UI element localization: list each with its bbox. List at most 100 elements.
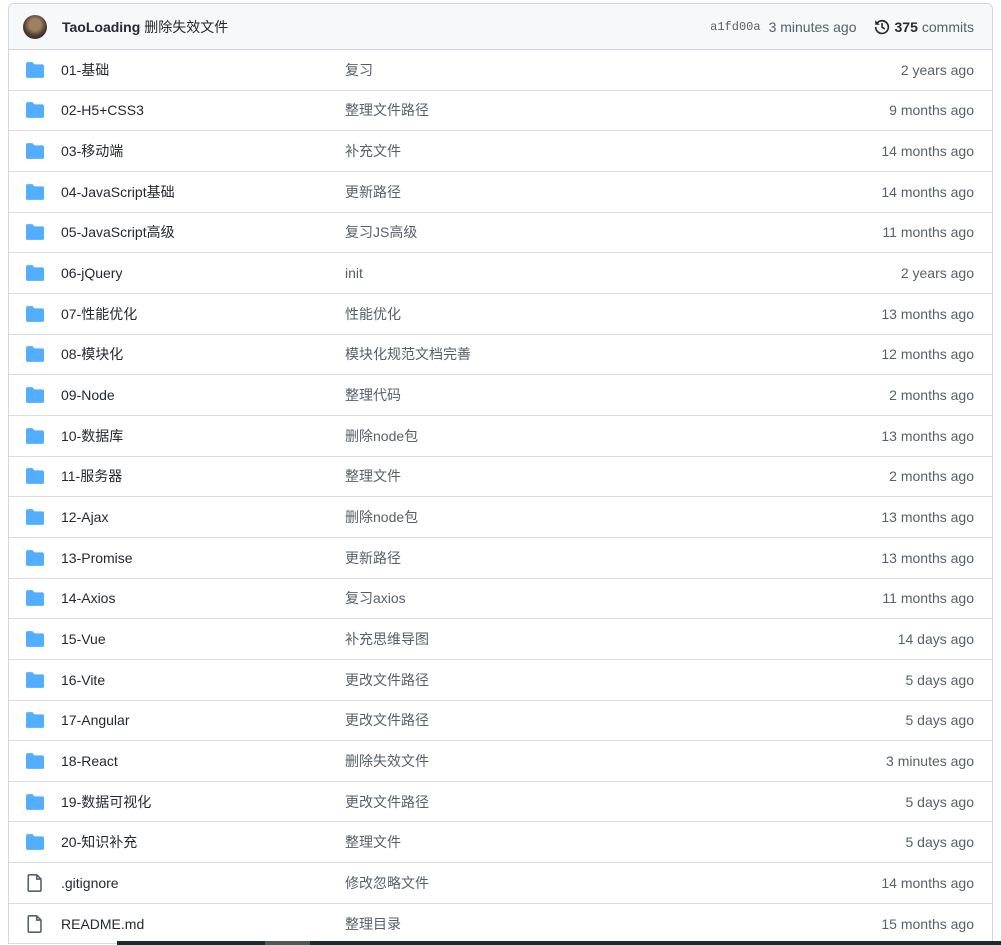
commit-message-text[interactable]: 更改文件路径 <box>345 712 429 728</box>
commit-message-text[interactable]: 修改忽略文件 <box>345 875 429 891</box>
commit-message-link[interactable]: 更改文件路径 <box>345 792 906 812</box>
commit-message-text[interactable]: 整理文件 <box>345 834 401 850</box>
file-row[interactable]: 15-Vue 补充思维导图 14 days ago <box>9 619 992 660</box>
file-name-link[interactable]: 03-移动端 <box>61 141 345 161</box>
file-row[interactable]: 12-Ajax 删除node包 13 months ago <box>9 497 992 538</box>
file-name-link[interactable]: 11-服务器 <box>61 466 345 486</box>
file-row[interactable]: README.md 整理目录 15 months ago <box>9 904 992 945</box>
commit-message-text[interactable]: 整理目录 <box>345 916 401 932</box>
commit-message-text[interactable]: 整理文件路径 <box>345 102 429 118</box>
commit-message-link[interactable]: 复习JS高级 <box>345 222 882 242</box>
file-row[interactable]: 08-模块化 模块化规范文档完善 12 months ago <box>9 335 992 376</box>
file-name-link[interactable]: 13-Promise <box>61 550 345 566</box>
commit-message-link[interactable]: 更新路径 <box>345 548 881 568</box>
commit-message[interactable]: 删除失效文件 <box>144 17 228 37</box>
file-row[interactable]: .gitignore 修改忽略文件 14 months ago <box>9 863 992 904</box>
file-name-link[interactable]: 09-Node <box>61 387 345 403</box>
commit-message-link[interactable]: 整理文件路径 <box>345 100 889 120</box>
commit-message-link[interactable]: 补充文件 <box>345 141 881 161</box>
commit-message-text[interactable]: 删除失效文件 <box>345 753 429 769</box>
file-name-link[interactable]: 19-数据可视化 <box>61 792 345 812</box>
file-row[interactable]: 13-Promise 更新路径 13 months ago <box>9 538 992 579</box>
file-row[interactable]: 07-性能优化 性能优化 13 months ago <box>9 294 992 335</box>
commit-message-link[interactable]: 整理目录 <box>345 914 881 934</box>
commit-message-link[interactable]: 复习axios <box>345 588 882 608</box>
commit-time: 2 months ago <box>889 468 974 485</box>
file-name-link[interactable]: 20-知识补充 <box>61 832 345 852</box>
file-name-link[interactable]: 07-性能优化 <box>61 304 345 324</box>
commit-message-link[interactable]: 删除失效文件 <box>345 751 886 771</box>
commit-message-link[interactable]: 整理代码 <box>345 385 889 405</box>
file-row[interactable]: 18-React 删除失效文件 3 minutes ago <box>9 741 992 782</box>
horizontal-scrollbar[interactable] <box>117 941 1001 945</box>
file-name-link[interactable]: README.md <box>61 916 345 932</box>
commit-message-link[interactable]: 补充思维导图 <box>345 629 898 649</box>
commit-message-link[interactable]: 修改忽略文件 <box>345 873 881 893</box>
file-name-link[interactable]: 01-基础 <box>61 60 345 80</box>
file-name-link[interactable]: 10-数据库 <box>61 426 345 446</box>
commit-message-text[interactable]: init <box>345 265 363 281</box>
file-name-link[interactable]: 08-模块化 <box>61 344 345 364</box>
file-row[interactable]: 02-H5+CSS3 整理文件路径 9 months ago <box>9 91 992 132</box>
commit-message-text[interactable]: 删除node包 <box>345 428 418 444</box>
commit-message-link[interactable]: 更改文件路径 <box>345 710 906 730</box>
file-row[interactable]: 05-JavaScript高级 复习JS高级 11 months ago <box>9 213 992 254</box>
file-row[interactable]: 01-基础 复习 2 years ago <box>9 50 992 91</box>
commit-message-text[interactable]: 性能优化 <box>345 306 401 322</box>
file-row[interactable]: 19-数据可视化 更改文件路径 5 days ago <box>9 782 992 823</box>
file-row[interactable]: 09-Node 整理代码 2 months ago <box>9 375 992 416</box>
file-row[interactable]: 10-数据库 删除node包 13 months ago <box>9 416 992 457</box>
commit-count: 375 <box>894 18 918 35</box>
commit-message-link[interactable]: 复习 <box>345 60 901 80</box>
commit-message-text[interactable]: 更改文件路径 <box>345 794 429 810</box>
commit-message-text[interactable]: 复习JS高级 <box>345 224 417 240</box>
file-name-link[interactable]: 16-Vite <box>61 672 345 688</box>
commit-message-text[interactable]: 更改文件路径 <box>345 672 429 688</box>
commit-message-text[interactable]: 整理文件 <box>345 468 401 484</box>
commit-message-text[interactable]: 补充文件 <box>345 143 401 159</box>
commit-message-link[interactable]: 删除node包 <box>345 426 881 446</box>
file-name-link[interactable]: 05-JavaScript高级 <box>61 222 345 242</box>
commit-sha[interactable]: a1fd00a <box>710 20 760 34</box>
commit-message-text[interactable]: 删除node包 <box>345 509 418 525</box>
commits-link[interactable]: 375 commits <box>873 18 974 36</box>
file-row[interactable]: 14-Axios 复习axios 11 months ago <box>9 579 992 620</box>
commit-message-link[interactable]: 模块化规范文档完善 <box>345 344 881 364</box>
file-row[interactable]: 03-移动端 补充文件 14 months ago <box>9 131 992 172</box>
commit-message-link[interactable]: 性能优化 <box>345 304 881 324</box>
commit-message-link[interactable]: 更新路径 <box>345 182 881 202</box>
author-avatar[interactable] <box>23 14 47 39</box>
commit-message-text[interactable]: 整理代码 <box>345 387 401 403</box>
commit-message-text[interactable]: 复习 <box>345 62 373 78</box>
file-row[interactable]: 11-服务器 整理文件 2 months ago <box>9 457 992 498</box>
file-row[interactable]: 16-Vite 更改文件路径 5 days ago <box>9 660 992 701</box>
commit-message-link[interactable]: 整理文件 <box>345 832 906 852</box>
commit-message-link[interactable]: 整理文件 <box>345 466 889 486</box>
file-name-link[interactable]: .gitignore <box>61 875 345 891</box>
commit-time[interactable]: 3 minutes ago <box>769 19 857 35</box>
scrollbar-thumb[interactable] <box>265 941 310 945</box>
file-row[interactable]: 17-Angular 更改文件路径 5 days ago <box>9 701 992 742</box>
commit-message-text[interactable]: 补充思维导图 <box>345 631 429 647</box>
file-row[interactable]: 20-知识补充 整理文件 5 days ago <box>9 822 992 864</box>
file-name-link[interactable]: 02-H5+CSS3 <box>61 102 345 118</box>
file-name-link[interactable]: 06-jQuery <box>61 265 345 281</box>
commit-author[interactable]: TaoLoading <box>62 19 140 35</box>
commit-message-text[interactable]: 模块化规范文档完善 <box>345 346 471 362</box>
file-name-link[interactable]: 14-Axios <box>61 590 345 606</box>
file-name-link[interactable]: 18-React <box>61 753 345 769</box>
commit-message-text[interactable]: 更新路径 <box>345 550 401 566</box>
commit-time: 13 months ago <box>881 305 974 322</box>
commit-message-link[interactable]: init <box>345 265 901 281</box>
commit-message-link[interactable]: 更改文件路径 <box>345 670 906 690</box>
file-name-link[interactable]: 12-Ajax <box>61 509 345 525</box>
file-name-link[interactable]: 17-Angular <box>61 712 345 728</box>
commit-message-text[interactable]: 更新路径 <box>345 184 401 200</box>
file-row[interactable]: 04-JavaScript基础 更新路径 14 months ago <box>9 172 992 213</box>
file-name-link[interactable]: 04-JavaScript基础 <box>61 182 345 202</box>
commit-message-link[interactable]: 删除node包 <box>345 507 881 527</box>
folder-icon <box>25 793 45 810</box>
file-name-link[interactable]: 15-Vue <box>61 631 345 647</box>
commit-message-text[interactable]: 复习axios <box>345 590 406 606</box>
file-row[interactable]: 06-jQuery init 2 years ago <box>9 253 992 294</box>
